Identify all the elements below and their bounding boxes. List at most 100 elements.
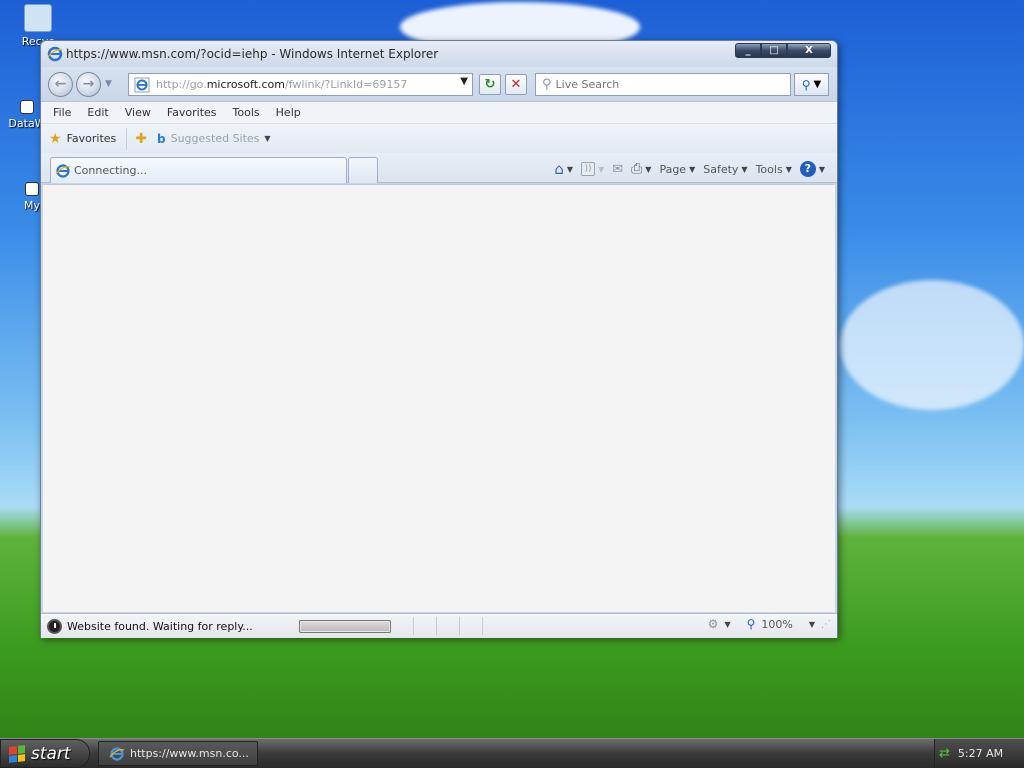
page-content-area[interactable] — [43, 184, 835, 612]
ie-window: https://www.msn.com/?ocid=iehp - Windows… — [40, 40, 838, 638]
page-menu-button[interactable]: Page ▼ — [659, 163, 695, 176]
back-button[interactable]: ← — [48, 72, 73, 97]
menu-tools[interactable]: Tools — [233, 106, 260, 119]
chevron-down-icon: ▼ — [741, 164, 748, 174]
ie-loading-icon — [55, 163, 71, 178]
recent-pages-dropdown-icon[interactable]: ▼ — [105, 79, 112, 89]
home-button[interactable]: ⌂ ▼ — [554, 160, 573, 178]
window-title: https://www.msn.com/?ocid=iehp - Windows… — [66, 47, 439, 61]
search-input[interactable] — [555, 78, 756, 91]
favorites-star-icon: ★ — [49, 130, 62, 147]
start-label: start — [31, 743, 71, 764]
taskbar: start https://www.msn.co... ⇄ 5:27 AM — [0, 738, 1024, 768]
favorites-bar: ★ Favorites ✚ b Suggested Sites ▼ — [41, 124, 837, 153]
stop-button[interactable]: ✕ — [505, 74, 527, 95]
loading-clock-icon — [47, 618, 62, 634]
address-prefix: http://go. — [156, 78, 207, 91]
forward-button[interactable]: → — [76, 72, 101, 97]
window-controls: _ □ X — [735, 43, 831, 58]
chevron-down-icon: ▼ — [689, 164, 696, 174]
chevron-down-icon: ▼ — [566, 164, 574, 174]
suggested-sites-label: Suggested Sites — [170, 132, 260, 145]
progress-fill — [301, 621, 390, 631]
desktop-icon-label: My — [23, 199, 40, 212]
resize-grip-icon[interactable]: ⋰ — [821, 619, 831, 630]
safety-menu-button[interactable]: Safety ▼ — [703, 163, 747, 176]
chevron-down-icon: ▼ — [645, 164, 652, 174]
start-button[interactable]: start — [0, 739, 90, 768]
suggested-sites-button[interactable]: b Suggested Sites ▼ — [157, 132, 271, 146]
address-host: microsoft.com — [206, 78, 285, 91]
mail-icon: ✉ — [612, 161, 624, 177]
print-button[interactable]: ⎙ ▼ — [631, 161, 651, 177]
menu-view[interactable]: View — [125, 106, 151, 119]
progress-bar — [299, 619, 391, 633]
tab-bar: Connecting... ⌂ ▼ )) ▼ ✉ ⎙ ▼ Page ▼ Safety ▼ … — [41, 153, 837, 183]
status-divider — [482, 617, 483, 635]
status-text: Website found. Waiting for reply... — [67, 619, 253, 633]
clock[interactable]: 5:27 AM — [958, 747, 1003, 760]
refresh-button[interactable]: ↻ — [479, 74, 501, 95]
rss-feed-icon: )) — [581, 162, 596, 176]
windows-logo-icon — [9, 744, 25, 763]
chevron-down-icon[interactable]: ▼ — [809, 620, 815, 629]
status-divider — [413, 617, 414, 635]
tools-menu-button[interactable]: Tools ▼ — [756, 163, 792, 176]
menu-bar: File Edit View Favorites Tools Help — [41, 101, 837, 124]
address-url: http://go.microsoft.com/fwlink/?LinkId=6… — [156, 78, 407, 91]
printer-icon: ⎙ — [631, 161, 643, 177]
add-to-favorites-bar-icon[interactable]: ✚ — [135, 131, 147, 147]
chevron-down-icon: ▼ — [818, 164, 825, 174]
status-bar: Website found. Waiting for reply... ⚙ ▼ … — [41, 613, 837, 638]
recycle-bin-icon — [24, 4, 52, 32]
shortcut-icon — [20, 100, 34, 114]
close-button[interactable]: X — [787, 43, 831, 58]
shortcut-icon — [25, 182, 39, 196]
help-button[interactable]: ? ▼ — [799, 161, 825, 177]
tools-menu-label: Tools — [755, 162, 783, 176]
tab-label: Connecting... — [74, 164, 147, 177]
magnifier-icon: ⚲ — [801, 77, 811, 92]
network-icon[interactable]: ⇄ — [939, 746, 950, 761]
title-bar[interactable]: https://www.msn.com/?ocid=iehp - Windows… — [41, 41, 837, 67]
maximize-button[interactable]: □ — [761, 43, 787, 58]
search-box[interactable]: ⚲ — [535, 73, 791, 96]
bing-icon: b — [157, 131, 166, 146]
address-bar[interactable]: http://go.microsoft.com/fwlink/?LinkId=6… — [128, 73, 473, 96]
help-icon: ? — [799, 161, 816, 177]
search-go-button[interactable]: ⚲ ▼ — [794, 73, 829, 96]
home-icon: ⌂ — [554, 160, 564, 178]
protected-mode-icon[interactable]: ⚙ — [708, 617, 719, 631]
read-mail-button[interactable]: ✉ — [612, 162, 623, 177]
chevron-down-icon: ▼ — [598, 164, 605, 174]
menu-edit[interactable]: Edit — [87, 106, 108, 119]
safety-menu-label: Safety — [703, 162, 739, 176]
zoom-level[interactable]: 100% — [761, 618, 792, 631]
minimize-button[interactable]: _ — [735, 43, 761, 58]
page-menu-label: Page — [659, 162, 687, 176]
favorites-label: Favorites — [66, 132, 117, 145]
taskbar-item-ie[interactable]: https://www.msn.co... — [98, 741, 258, 766]
status-right: ⚙ ▼ ⚲ 100% ▼ ⋰ — [708, 617, 831, 631]
chevron-down-icon: ▼ — [264, 134, 271, 143]
navigation-bar: ← → ▼ http://go.microsoft.com/fwlink/?Li… — [41, 67, 837, 101]
new-tab-button[interactable] — [348, 157, 378, 183]
chevron-down-icon[interactable]: ▼ — [724, 620, 730, 629]
address-dropdown-icon[interactable]: ▼ — [460, 76, 468, 87]
status-divider — [436, 617, 437, 635]
menu-favorites[interactable]: Favorites — [167, 106, 217, 119]
system-tray: ⇄ 5:27 AM — [934, 739, 1024, 768]
zoom-icon: ⚲ — [746, 617, 756, 631]
tab-connecting[interactable]: Connecting... — [50, 157, 347, 183]
menu-help[interactable]: Help — [276, 106, 301, 119]
feeds-button[interactable]: )) ▼ — [581, 162, 604, 176]
status-divider — [459, 617, 460, 635]
search-icon: ⚲ — [542, 77, 552, 92]
favorites-button[interactable]: ★ Favorites — [49, 127, 128, 150]
chevron-down-icon: ▼ — [785, 164, 792, 174]
address-suffix: /fwlink/?LinkId=69157 — [285, 78, 408, 91]
menu-file[interactable]: File — [53, 106, 71, 119]
ie-logo-icon — [109, 746, 125, 761]
search-options-dropdown-icon[interactable]: ▼ — [814, 79, 822, 90]
taskbar-item-label: https://www.msn.co... — [130, 747, 249, 760]
